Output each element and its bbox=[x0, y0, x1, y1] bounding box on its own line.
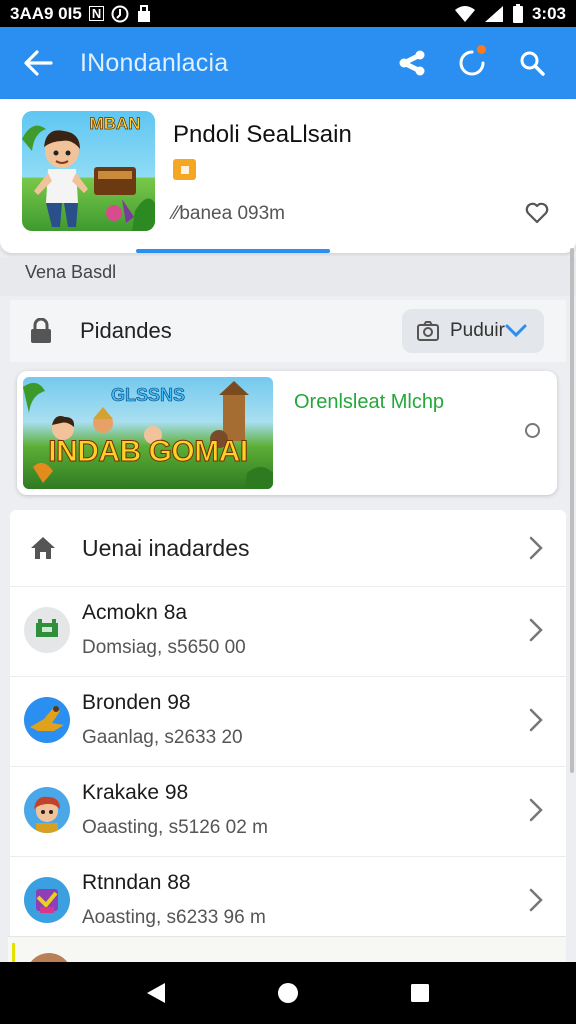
list-item[interactable]: Acmokn 8a Domsiag, s5650 00 bbox=[10, 586, 566, 676]
battery-icon bbox=[512, 3, 523, 23]
filter-lock-wrap bbox=[10, 318, 72, 344]
page-title: INondanlacia bbox=[80, 48, 229, 77]
game-name: Pndoli SeaLlsain bbox=[173, 121, 352, 148]
promo-banner-main-text: INDAB GOMAI bbox=[48, 435, 249, 469]
search-icon bbox=[520, 51, 545, 76]
back-button[interactable] bbox=[0, 27, 76, 99]
scrollbar[interactable] bbox=[570, 248, 574, 773]
list-item-subtitle: Aoasting, s6233 96 m bbox=[82, 907, 266, 928]
status-bar: 3AA9 0I5 N 3:03 bbox=[0, 0, 576, 27]
list-item-subtitle: Oaasting, s5126 02 m bbox=[82, 817, 268, 838]
signal-icon bbox=[484, 5, 503, 22]
status-time: 3:03 bbox=[531, 3, 566, 23]
promo-banner-top-text: GLSSNS bbox=[110, 385, 186, 406]
status-left-text: 3AA9 0I5 bbox=[10, 3, 82, 23]
peek-accent bbox=[12, 943, 15, 963]
game-avatar-blue-art bbox=[30, 706, 64, 731]
list-item-name: Bronden 98 bbox=[82, 691, 191, 714]
game-avatar-purple bbox=[24, 877, 70, 923]
chevron-right-icon bbox=[529, 536, 543, 560]
nav-back-icon bbox=[147, 983, 165, 1003]
status-left: 3AA9 0I5 N bbox=[10, 4, 152, 24]
status-bag-icon bbox=[138, 4, 151, 22]
chevron-right-icon bbox=[529, 798, 543, 822]
promo-card[interactable]: GLSSNS INDAB GOMAI Orenlsleat Mlchp bbox=[17, 371, 557, 495]
filter-dropdown[interactable]: Puduir bbox=[402, 309, 544, 353]
list-header-label: Uenai inadardes bbox=[82, 534, 250, 561]
filter-select-value: Puduir bbox=[450, 320, 505, 341]
search-button[interactable] bbox=[502, 27, 562, 99]
favorite-button[interactable] bbox=[522, 198, 552, 228]
status-mini-icon: N bbox=[88, 6, 105, 21]
list-item-name: Rtnndan 88 bbox=[82, 871, 191, 894]
camera-icon bbox=[417, 321, 439, 341]
list-item-name: Acmokn 8a bbox=[82, 601, 188, 624]
nav-recents-button[interactable] bbox=[390, 968, 450, 1018]
filter-label: Pidandes bbox=[80, 318, 172, 343]
list-item-peek bbox=[8, 936, 566, 999]
game-avatar-hero bbox=[24, 787, 70, 833]
app-bar-actions bbox=[382, 27, 562, 99]
list-item[interactable]: Bronden 98 Gaanlag, s2633 20 bbox=[10, 676, 566, 766]
list-item-subtitle: Domsiag, s5650 00 bbox=[82, 637, 246, 658]
filter-row: Pidandes Puduir bbox=[10, 300, 566, 362]
lock-icon bbox=[31, 318, 51, 343]
promo-banner: GLSSNS INDAB GOMAI bbox=[23, 377, 273, 489]
share-icon bbox=[399, 50, 425, 76]
list-header-row[interactable]: Uenai inadardes bbox=[10, 510, 566, 586]
status-right: 3:03 bbox=[454, 3, 566, 24]
section-label: Vena Basdl bbox=[25, 262, 117, 282]
nav-recents-icon bbox=[411, 984, 429, 1002]
game-avatar-blue bbox=[24, 697, 70, 743]
chevron-right-icon bbox=[529, 618, 543, 642]
list-panel: Uenai inadardes Acmokn 8a Domsiag, s5650… bbox=[10, 510, 566, 962]
game-header-card: MBAN Pndoli SeaLlsain ⁄⁄banea 093m bbox=[0, 99, 576, 253]
status-circle-icon bbox=[111, 5, 129, 22]
app-bar: INondanlacia bbox=[0, 27, 576, 99]
nav-home-button[interactable] bbox=[258, 968, 318, 1018]
tab-indicator bbox=[136, 249, 330, 253]
home-icon-wrap bbox=[10, 535, 76, 561]
chevron-right-icon bbox=[529, 708, 543, 732]
home-icon bbox=[31, 537, 55, 559]
wifi-icon bbox=[454, 5, 475, 22]
nav-back-button[interactable] bbox=[126, 968, 186, 1018]
chevron-down-icon bbox=[505, 324, 527, 338]
game-avatar-green-art bbox=[36, 619, 58, 637]
list-item[interactable]: Rtnndan 88 Aoasting, s6233 96 m bbox=[10, 856, 566, 946]
list-item[interactable]: Krakake 98 Oaasting, s5126 02 m bbox=[10, 766, 566, 856]
share-button[interactable] bbox=[382, 27, 442, 99]
list-item-name: Krakake 98 bbox=[82, 781, 189, 804]
heart-icon bbox=[525, 202, 549, 224]
list-item-subtitle: Gaanlag, s2633 20 bbox=[82, 727, 243, 748]
notification-badge bbox=[476, 44, 487, 55]
system-nav-bar bbox=[0, 962, 576, 1024]
promo-radio-icon[interactable] bbox=[525, 423, 540, 438]
game-avatar-purple-art bbox=[36, 889, 58, 913]
game-avatar-green bbox=[24, 607, 70, 653]
game-badge bbox=[173, 159, 196, 180]
back-arrow-icon bbox=[24, 50, 53, 76]
notification-button[interactable] bbox=[442, 27, 502, 99]
badge-icon bbox=[180, 165, 189, 174]
game-thumbnail[interactable]: MBAN bbox=[22, 111, 155, 231]
game-subtitle: ⁄⁄banea 093m bbox=[173, 203, 285, 224]
promo-title: Orenlsleat Mlchp bbox=[294, 391, 445, 413]
chevron-right-icon bbox=[529, 888, 543, 912]
thumbnail-title-art: MBAN bbox=[89, 114, 141, 133]
game-avatar-hero-art bbox=[34, 796, 60, 833]
nav-home-icon bbox=[278, 983, 298, 1003]
